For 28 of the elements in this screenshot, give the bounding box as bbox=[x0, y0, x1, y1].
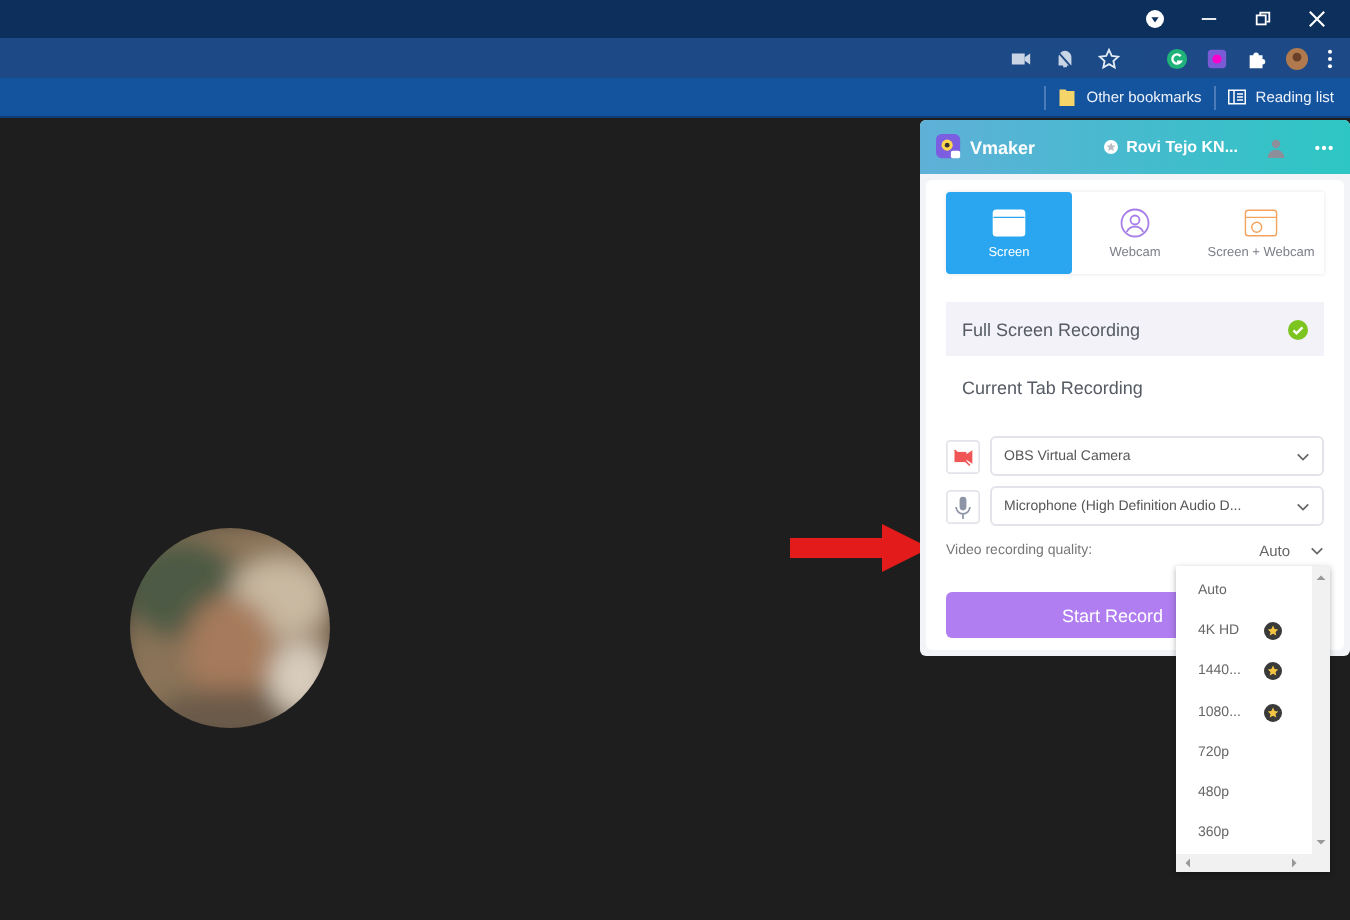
window-icon bbox=[992, 207, 1026, 237]
avatar-icon[interactable] bbox=[1286, 47, 1308, 69]
check-icon bbox=[1288, 319, 1308, 339]
option-label: Current Tab Recording bbox=[962, 377, 1143, 397]
logo-icon bbox=[936, 134, 962, 160]
camera-off-icon bbox=[946, 439, 980, 473]
restore-icon[interactable] bbox=[1254, 10, 1272, 28]
folder-icon bbox=[1058, 88, 1077, 106]
chevron-down-icon bbox=[1296, 451, 1310, 461]
extension-icon[interactable] bbox=[1166, 47, 1188, 69]
premium-star-icon bbox=[1264, 621, 1282, 640]
bell-icon[interactable] bbox=[1054, 47, 1076, 69]
star-badge-icon bbox=[1104, 140, 1119, 154]
premium-star-icon bbox=[1264, 703, 1282, 722]
close-icon[interactable] bbox=[1308, 10, 1326, 28]
recording-option[interactable]: Full Screen Recording bbox=[946, 302, 1324, 356]
menu-icon[interactable] bbox=[1326, 47, 1334, 69]
window-person-icon bbox=[1244, 207, 1278, 237]
brand-name: Vmaker bbox=[970, 137, 1038, 157]
star-icon[interactable] bbox=[1098, 47, 1120, 69]
puzzle-icon[interactable] bbox=[1246, 47, 1268, 69]
list-icon bbox=[1227, 88, 1246, 106]
microphone-icon bbox=[946, 489, 980, 523]
chevron-down-icon bbox=[1310, 545, 1324, 555]
person-icon bbox=[1118, 207, 1152, 237]
premium-star-icon bbox=[1264, 662, 1282, 681]
option-label: Full Screen Recording bbox=[962, 319, 1141, 339]
chevron-down-icon bbox=[1296, 501, 1310, 511]
